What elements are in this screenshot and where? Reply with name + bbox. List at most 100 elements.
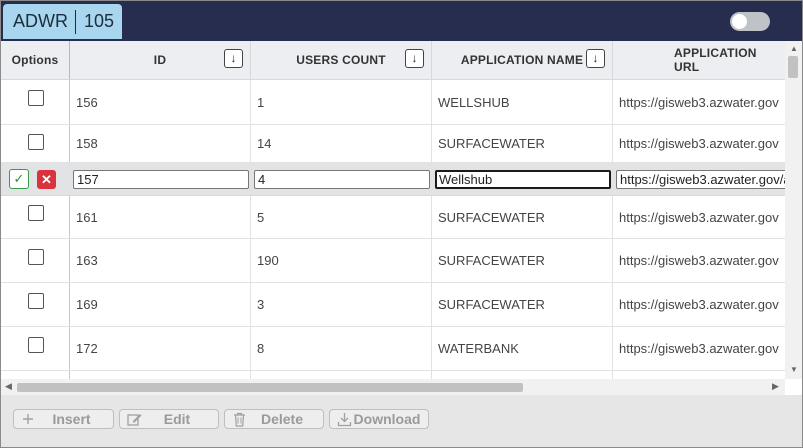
row-checkbox[interactable] <box>28 90 44 106</box>
scroll-right-icon[interactable]: ▶ <box>772 381 779 392</box>
sort-application-name-button[interactable]: ↓ <box>586 49 605 68</box>
edit-label: Edit <box>163 411 191 427</box>
table-row[interactable]: 163 190 SURFACEWATER https://gisweb3.azw… <box>1 239 785 283</box>
toggle-switch[interactable] <box>730 12 770 31</box>
row-checkbox[interactable] <box>28 336 44 353</box>
row-options <box>1 327 70 370</box>
sort-id-button[interactable]: ↓ <box>224 49 243 68</box>
cell-application-name: SURFACEWATER <box>432 283 613 326</box>
cell-users-count: 8 <box>251 327 432 370</box>
users-count-input[interactable]: 4 <box>254 169 430 189</box>
insert-button[interactable]: Insert <box>13 409 114 429</box>
horizontal-scrollbar[interactable]: ◀ ▶ <box>1 379 785 395</box>
download-label: Download <box>353 411 421 427</box>
header-application-url-label: APPLICATION URL <box>674 46 757 74</box>
toggle-knob <box>732 14 747 29</box>
cell-application-url: https://gisweb3.azwater.gov <box>619 136 779 151</box>
title-separator <box>75 9 76 34</box>
app-name: ADWR <box>13 11 68 31</box>
cell-application-url: https://gisweb3.azwater.gov <box>619 341 779 356</box>
cell-id: 156 <box>70 80 251 124</box>
cell-id: 161 <box>70 196 251 238</box>
header-users-count-label: USERS COUNT <box>296 53 386 67</box>
vertical-scrollbar[interactable]: ▲ ▼ <box>785 41 802 379</box>
confirm-edit-button[interactable]: ✓ <box>9 169 29 189</box>
header-application-url[interactable]: APPLICATION URL <box>613 41 785 79</box>
edit-cell-users-count: 4 <box>251 163 430 195</box>
cell-application-name: SURFACEWATER <box>432 125 613 162</box>
table-row[interactable]: 169 3 SURFACEWATER https://gisweb3.azwat… <box>1 283 785 327</box>
plus-icon <box>20 411 36 427</box>
application-url-input[interactable]: https://gisweb3.azwater.gov/a <box>616 169 785 189</box>
cancel-edit-button[interactable]: ✕ <box>37 169 56 189</box>
id-input[interactable]: 157 <box>73 169 249 189</box>
cell-application-name: WATERBANK <box>432 327 613 370</box>
cell-id: 169 <box>70 283 251 326</box>
table-row[interactable]: 172 8 WATERBANK https://gisweb3.azwater.… <box>1 327 785 371</box>
row-options <box>1 371 70 379</box>
table-row[interactable]: 158 14 SURFACEWATER https://gisweb3.azwa… <box>1 125 785 163</box>
sort-users-count-button[interactable]: ↓ <box>405 49 424 68</box>
edit-cell-application-url: https://gisweb3.azwater.gov/a <box>613 163 785 195</box>
title-tab[interactable]: ADWR 105 <box>3 4 122 39</box>
cell-users-count: 190 <box>251 239 432 282</box>
delete-button[interactable]: Delete <box>224 409 324 429</box>
edit-icon <box>126 411 142 427</box>
row-options <box>1 283 70 326</box>
edit-cell-id: 157 <box>70 163 249 195</box>
row-options <box>1 80 70 124</box>
header-application-name-label: APPLICATION NAME <box>460 53 584 67</box>
cell-application-name <box>432 371 613 379</box>
table-row[interactable]: 156 1 WELLSHUB https://gisweb3.azwater.g… <box>1 80 785 125</box>
application-name-input[interactable]: Wellshub <box>435 169 611 189</box>
cell-application-name: SURFACEWATER <box>432 196 613 238</box>
cell-users-count: 1 <box>251 80 432 124</box>
cell-users-count <box>251 371 432 379</box>
edit-row-actions: ✓ ✕ <box>1 163 70 195</box>
trash-icon <box>231 411 247 427</box>
table-row[interactable] <box>1 371 785 379</box>
record-count: 105 <box>84 11 115 31</box>
scroll-down-icon[interactable]: ▼ <box>790 365 798 374</box>
download-button[interactable]: Download <box>329 409 429 429</box>
data-grid: Options ID ↓ USERS COUNT ↓ APPLICATION N… <box>1 41 785 379</box>
header-options: Options <box>11 53 59 67</box>
scroll-left-icon[interactable]: ◀ <box>5 381 12 392</box>
cell-id: 172 <box>70 327 251 370</box>
row-checkbox[interactable] <box>28 134 44 150</box>
cell-application-url: https://gisweb3.azwater.gov <box>619 253 779 268</box>
grid-header: Options ID ↓ USERS COUNT ↓ APPLICATION N… <box>1 41 785 80</box>
cell-users-count: 14 <box>251 125 432 162</box>
row-options <box>1 196 70 238</box>
cell-application-name: WELLSHUB <box>432 80 613 124</box>
download-icon <box>336 411 352 427</box>
edit-cell-application-name: Wellshub <box>432 163 611 195</box>
horizontal-scroll-thumb[interactable] <box>17 383 523 392</box>
cell-application-url <box>613 371 785 379</box>
edit-row[interactable]: ✓ ✕ 157 4 Wellshub https://gisweb3.azwat… <box>1 163 785 196</box>
header-id-label: ID <box>153 53 167 67</box>
data-grid-window: ADWR 105 Options ID ↓ USERS COUNT ↓ APPL… <box>0 0 803 448</box>
edit-button[interactable]: Edit <box>119 409 219 429</box>
table-row[interactable]: 161 5 SURFACEWATER https://gisweb3.azwat… <box>1 196 785 239</box>
row-checkbox[interactable] <box>28 292 44 309</box>
cell-application-url: https://gisweb3.azwater.gov <box>619 94 779 110</box>
cell-application-url: https://gisweb3.azwater.gov <box>619 297 779 312</box>
delete-label: Delete <box>260 411 304 427</box>
row-checkbox[interactable] <box>28 205 44 221</box>
row-checkbox[interactable] <box>28 248 44 265</box>
cell-users-count: 5 <box>251 196 432 238</box>
insert-label: Insert <box>52 411 91 427</box>
cell-application-name: SURFACEWATER <box>432 239 613 282</box>
cell-id <box>70 371 251 379</box>
row-options <box>1 239 70 282</box>
cell-id: 163 <box>70 239 251 282</box>
cell-application-url: https://gisweb3.azwater.gov <box>619 209 779 225</box>
cell-id: 158 <box>70 125 251 162</box>
top-bar: ADWR 105 <box>1 1 802 41</box>
cell-users-count: 3 <box>251 283 432 326</box>
row-options <box>1 125 70 162</box>
vertical-scroll-thumb[interactable] <box>788 56 798 78</box>
scroll-up-icon[interactable]: ▲ <box>790 44 798 53</box>
bottom-toolbar: Insert Edit Delete Download <box>1 395 802 447</box>
